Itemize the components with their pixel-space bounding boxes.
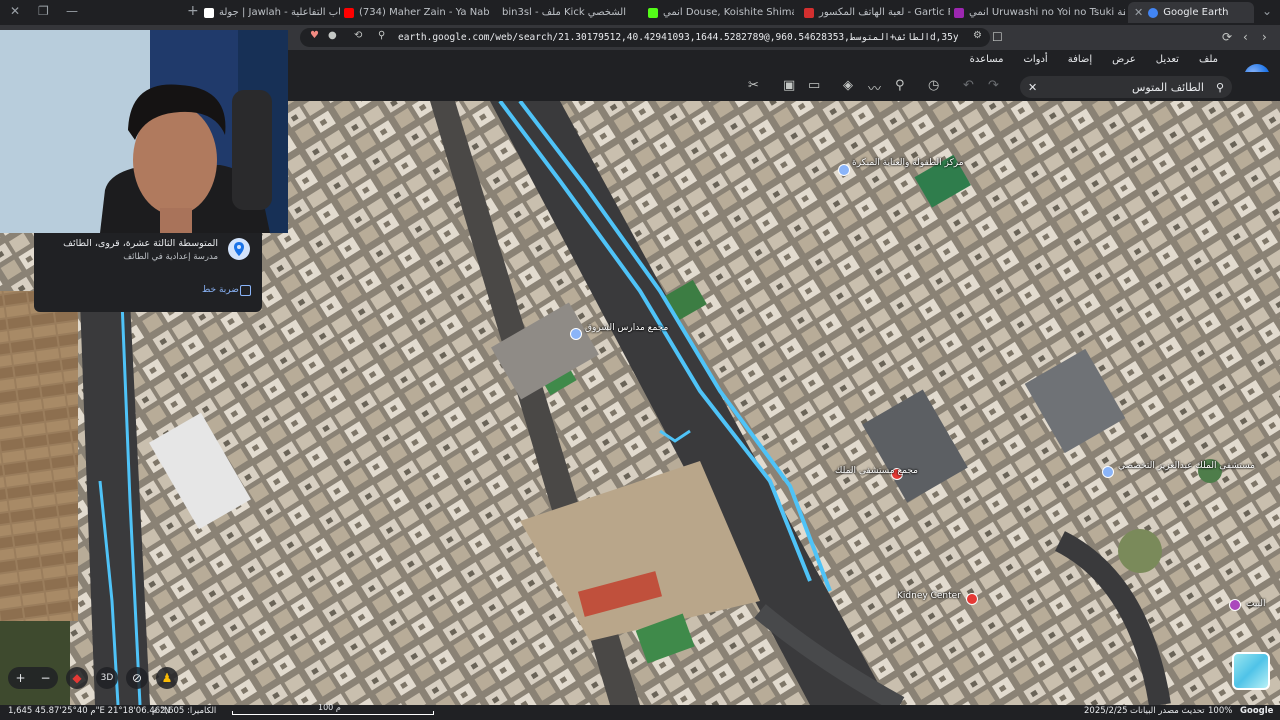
draw-line-button[interactable]: ضربة خط: [202, 285, 239, 295]
placemark-icon[interactable]: ⚲: [895, 78, 905, 93]
tab-label: جولة | Jawlah - منصة الألعاب التفاعلية: [219, 7, 340, 18]
image-overlay-icon[interactable]: ▣: [783, 78, 795, 93]
reload-icon[interactable]: ⟳: [1222, 30, 1232, 44]
google-logo: Google: [1240, 706, 1274, 716]
close-tab-icon[interactable]: ✕: [1134, 6, 1143, 19]
address-bar[interactable]: ♥ ● ⟲ ⚲ earth.google.com/web/search/21.3…: [300, 28, 990, 47]
place-subtitle: مدرسة إعدادية في الطائف: [123, 252, 218, 262]
map-label-edge[interactable]: البيت: [1246, 599, 1266, 609]
map-label-right[interactable]: مستشفى الملك عبدالعزيز التخصصي: [1118, 461, 1255, 471]
earth-favicon-icon: [1148, 7, 1159, 18]
edge-pin-icon[interactable]: [1229, 599, 1241, 611]
tab-gartic[interactable]: لعبة الهاتف المكسور - Gartic Phone: [800, 2, 950, 23]
minimize-window-icon[interactable]: —: [66, 4, 78, 18]
extension-icon[interactable]: ♥: [310, 30, 319, 41]
data-source-update[interactable]: تحديث مصدر البيانات: [1130, 706, 1205, 716]
reload-site-icon[interactable]: ⟲: [354, 30, 362, 41]
right-pin-icon[interactable]: [1102, 466, 1114, 478]
layers-icon[interactable]: ◈: [843, 78, 853, 93]
site-info-icon[interactable]: ⚲: [378, 30, 385, 41]
zoom-control: + −: [8, 667, 58, 689]
map-label-kidney[interactable]: Kidney Center: [897, 591, 961, 601]
place-title: المتوسطة الثالثة عشرة، قروى، الطائف: [63, 238, 218, 249]
anime-favicon-icon: [954, 7, 964, 18]
search-icon[interactable]: ⚲: [1216, 81, 1224, 94]
kidney-pin-icon[interactable]: [966, 593, 978, 605]
close-window-icon[interactable]: ✕: [10, 4, 20, 18]
zoom-in-button[interactable]: +: [15, 671, 25, 685]
coordinates-readout: 1,645 م 40°25'45.87"E 21°18'06.46"N: [8, 706, 171, 716]
compass-icon[interactable]: ◆: [66, 667, 88, 689]
tab-anime-uruwashi[interactable]: انمي Uruwashi no Yoi no Tsuki الحلقة: [950, 2, 1125, 23]
webcam-overlay: [0, 30, 288, 233]
tab-label: (734) Maher Zain - Ya Nabi Salam Ala: [359, 7, 490, 18]
undo-icon[interactable]: ↶: [963, 78, 974, 93]
school-pin-icon[interactable]: [570, 328, 582, 340]
bookmark-favicon-icon: [804, 7, 814, 18]
imagery-date: 2025/2/25: [1084, 706, 1128, 716]
restore-window-icon[interactable]: ❐: [38, 4, 49, 18]
webcam-person-image: [0, 30, 288, 233]
tab-kick[interactable]: bin3sl - ملف Kick الشخصي: [498, 2, 638, 23]
search-box[interactable]: ✕ الطائف المتوس ⚲: [1020, 76, 1232, 98]
zoom-percent: 100%: [1208, 706, 1233, 716]
menu-view[interactable]: عرض: [1112, 54, 1136, 65]
tab-search-icon[interactable]: ⌄: [1262, 4, 1272, 18]
tab-label: Google Earth: [1163, 7, 1229, 18]
tab-label: لعبة الهاتف المكسور - Gartic Phone: [819, 7, 950, 18]
url-text[interactable]: earth.google.com/web/search/21.30179512,…: [398, 32, 958, 43]
3d-toggle-button[interactable]: 3D: [96, 667, 118, 689]
tab-label: bin3sl - ملف Kick الشخصي: [502, 7, 627, 18]
search-input[interactable]: الطائف المتوس: [1132, 81, 1204, 94]
jawlah-favicon-icon: [204, 7, 214, 18]
bookmark-star-icon[interactable]: ☐: [992, 30, 1003, 44]
map-label-center[interactable]: مركز الطفولة والعناية المبكرة: [852, 158, 964, 168]
history-icon[interactable]: ◷: [928, 78, 939, 93]
clear-search-icon[interactable]: ✕: [1028, 81, 1037, 94]
forward-arrow-icon[interactable]: ›: [1262, 30, 1267, 44]
path-icon[interactable]: 〰: [868, 78, 881, 97]
scale-bar: [232, 711, 434, 715]
measure-icon[interactable]: ▭: [808, 78, 820, 93]
zoom-out-button[interactable]: −: [40, 671, 50, 685]
menu-file[interactable]: ملف: [1199, 54, 1218, 65]
tune-icon[interactable]: ⚙: [973, 30, 982, 41]
camera-altitude: الكاميرا: 2,605 م: [152, 706, 217, 716]
tab-google-earth[interactable]: ✕ Google Earth: [1128, 2, 1254, 23]
map-style-thumbnail[interactable]: [1232, 652, 1270, 690]
extension-badge-icon[interactable]: ●: [328, 30, 337, 41]
street-view-pegman-icon[interactable]: ♟: [156, 667, 178, 689]
tab-anime-douse[interactable]: انمي Douse, Koishite Shimaunda الـ: [644, 2, 794, 23]
youtube-favicon-icon: [344, 7, 354, 18]
menu-edit[interactable]: تعديل: [1156, 54, 1179, 65]
status-bar: 1,645 م 40°25'45.87"E 21°18'06.46"N الكا…: [0, 705, 1280, 720]
center-pin-icon[interactable]: [838, 164, 850, 176]
tab-label: انمي Douse, Koishite Shimaunda الـ: [663, 7, 794, 18]
menu-help[interactable]: مساعدة: [970, 54, 1004, 65]
browser-tab-strip: ✕ ❐ — + جولة | Jawlah - منصة الألعاب الت…: [0, 0, 1280, 25]
redo-icon[interactable]: ↷: [988, 78, 999, 93]
snap-tool-icon[interactable]: ✂: [748, 78, 759, 93]
tab-label: انمي Uruwashi no Yoi no Tsuki الحلقة: [969, 7, 1125, 18]
menu-add[interactable]: إضافة: [1068, 54, 1092, 65]
place-info-card[interactable]: المتوسطة الثالثة عشرة، قروى، الطائف مدرس…: [34, 233, 262, 312]
new-tab-button[interactable]: +: [187, 3, 199, 19]
tilt-reset-icon[interactable]: ⊘: [126, 667, 148, 689]
map-label-school[interactable]: مجمع مدارس الشروق: [585, 323, 668, 333]
line-tool-icon[interactable]: [240, 285, 251, 296]
tab-youtube[interactable]: (734) Maher Zain - Ya Nabi Salam Ala: [340, 2, 490, 23]
back-arrow-icon[interactable]: ‹: [1243, 30, 1248, 44]
kick-favicon-icon: [648, 7, 658, 18]
location-pin-icon: [228, 238, 250, 260]
menu-tools[interactable]: أدوات: [1023, 54, 1047, 65]
tab-jawlah[interactable]: جولة | Jawlah - منصة الألعاب التفاعلية: [200, 2, 340, 23]
map-label-hospital[interactable]: مجمع مستشفى الملك: [835, 466, 918, 476]
